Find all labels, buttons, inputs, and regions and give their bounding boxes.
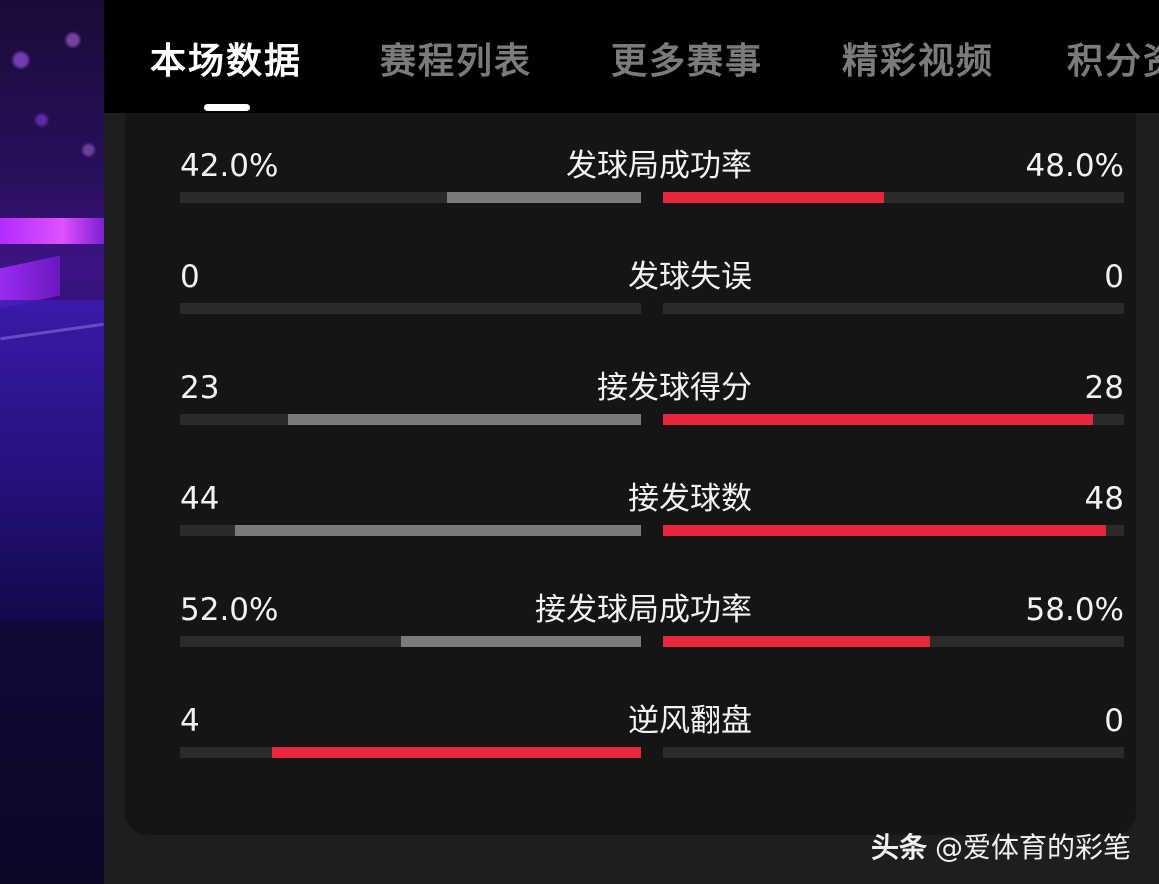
watermark-handle: @爱体育的彩笔	[934, 831, 1131, 864]
stat-right-bar-fill	[663, 414, 1093, 425]
stat-row: 0 发球失误 0	[180, 259, 1124, 319]
stadium-banner	[0, 218, 104, 244]
stat-right-value: 28	[1084, 370, 1124, 406]
tab-bar: 本场数据 赛程列表 更多赛事 精彩视频 积分资	[104, 0, 1159, 113]
stat-left-bar-track	[180, 636, 641, 647]
stat-left-bar-track	[180, 747, 641, 758]
stat-row: 44 接发球数 48	[180, 481, 1124, 541]
stat-left-bar-fill	[401, 636, 641, 647]
stat-label: 发球失误	[628, 259, 752, 295]
watermark-brand: 头条	[870, 831, 927, 864]
stat-row: 42.0% 发球局成功率 48.0%	[180, 148, 1124, 208]
stat-label: 接发球数	[628, 481, 752, 517]
stat-right-value: 48.0%	[1025, 148, 1124, 184]
stat-left-bar-fill	[272, 747, 641, 758]
stat-right-value: 48	[1084, 481, 1124, 517]
stat-left-value: 44	[180, 481, 220, 517]
stat-label: 接发球得分	[597, 370, 752, 406]
court-surface	[0, 300, 104, 620]
stat-label: 接发球局成功率	[535, 592, 752, 628]
stat-left-value: 0	[180, 259, 200, 295]
stat-left-value: 4	[180, 703, 200, 739]
stat-label: 发球局成功率	[566, 148, 752, 184]
stat-left-value: 23	[180, 370, 220, 406]
stat-right-bar-track	[663, 303, 1124, 314]
stat-row: 4 逆风翻盘 0	[180, 703, 1124, 763]
stat-left-bar-track	[180, 192, 641, 203]
stat-left-bar-fill	[288, 414, 641, 425]
stat-row: 23 接发球得分 28	[180, 370, 1124, 430]
tab-highlight-videos[interactable]: 精彩视频	[842, 32, 994, 84]
stats-panel-area: 42.0% 发球局成功率 48.0% 0 发球失误 0 23 接发球得分 28 44 接发球数 48 5…	[104, 113, 1159, 884]
stat-right-bar-track	[663, 414, 1124, 425]
active-tab-indicator	[204, 104, 250, 111]
stat-right-bar-fill	[663, 192, 884, 203]
tab-standings[interactable]: 积分资	[1067, 32, 1159, 84]
stat-left-bar-fill	[447, 192, 641, 203]
tab-more-events[interactable]: 更多赛事	[611, 32, 763, 84]
stat-right-value: 58.0%	[1025, 592, 1124, 628]
stat-right-bar-track	[663, 747, 1124, 758]
stat-left-bar-fill	[235, 525, 641, 536]
stat-right-value: 0	[1104, 703, 1124, 739]
stat-row: 52.0% 接发球局成功率 58.0%	[180, 592, 1124, 652]
tab-schedule[interactable]: 赛程列表	[380, 32, 532, 84]
stat-left-value: 52.0%	[180, 592, 279, 628]
tab-match-stats[interactable]: 本场数据	[150, 32, 302, 84]
stat-left-bar-track	[180, 525, 641, 536]
watermark: 头条 @爱体育的彩笔	[871, 826, 1131, 866]
stat-right-bar-track	[663, 636, 1124, 647]
stat-right-bar-fill	[663, 525, 1106, 536]
screen: 本场数据 赛程列表 更多赛事 精彩视频 积分资 42.0% 发球局成功率 48.0%…	[0, 0, 1159, 884]
stadium-lights	[0, 0, 104, 200]
stat-left-bar-track	[180, 303, 641, 314]
stat-left-bar-track	[180, 414, 641, 425]
stat-right-value: 0	[1104, 259, 1124, 295]
stat-left-value: 42.0%	[180, 148, 279, 184]
stats-card: 42.0% 发球局成功率 48.0% 0 发球失误 0 23 接发球得分 28 44 接发球数 48 5…	[125, 113, 1136, 835]
background-stadium-photo	[0, 0, 104, 884]
stat-label: 逆风翻盘	[628, 703, 752, 739]
stat-right-bar-track	[663, 525, 1124, 536]
stat-right-bar-track	[663, 192, 1124, 203]
stat-right-bar-fill	[663, 636, 930, 647]
